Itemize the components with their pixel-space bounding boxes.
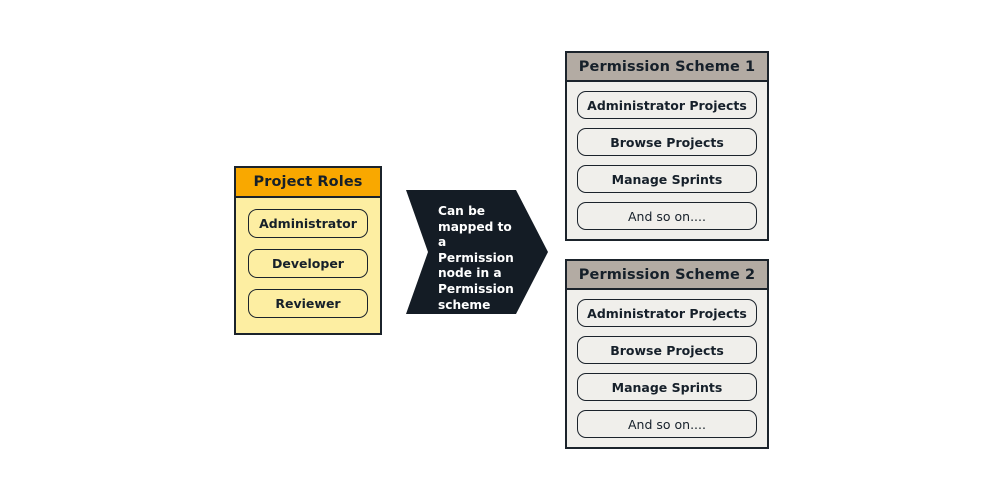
diagram-canvas: Project Roles Administrator Developer Re…: [0, 0, 1000, 500]
permission-scheme-1-header: Permission Scheme 1: [567, 53, 767, 82]
mapping-arrow: Can be mapped to a Permission node in a …: [406, 190, 548, 314]
project-role-item-administrator[interactable]: Administrator: [248, 209, 368, 238]
permission-item-administrator-projects[interactable]: Administrator Projects: [577, 91, 757, 119]
project-role-item-developer[interactable]: Developer: [248, 249, 368, 278]
permission-item-browse-projects[interactable]: Browse Projects: [577, 336, 757, 364]
permission-scheme-2-list: Administrator Projects Browse Projects M…: [567, 290, 767, 447]
project-roles-card: Project Roles Administrator Developer Re…: [234, 166, 382, 335]
permission-item-and-so-on[interactable]: And so on....: [577, 410, 757, 438]
permission-scheme-card-1: Permission Scheme 1 Administrator Projec…: [565, 51, 769, 241]
project-roles-header: Project Roles: [236, 168, 380, 198]
permission-item-and-so-on[interactable]: And so on....: [577, 202, 757, 230]
mapping-arrow-label: Can be mapped to a Permission node in a …: [438, 204, 514, 312]
permission-item-manage-sprints[interactable]: Manage Sprints: [577, 373, 757, 401]
project-role-item-reviewer[interactable]: Reviewer: [248, 289, 368, 318]
permission-item-browse-projects[interactable]: Browse Projects: [577, 128, 757, 156]
permission-scheme-1-list: Administrator Projects Browse Projects M…: [567, 82, 767, 239]
permission-item-administrator-projects[interactable]: Administrator Projects: [577, 299, 757, 327]
project-roles-list: Administrator Developer Reviewer: [236, 198, 380, 333]
permission-item-manage-sprints[interactable]: Manage Sprints: [577, 165, 757, 193]
permission-scheme-2-header: Permission Scheme 2: [567, 261, 767, 290]
permission-scheme-card-2: Permission Scheme 2 Administrator Projec…: [565, 259, 769, 449]
